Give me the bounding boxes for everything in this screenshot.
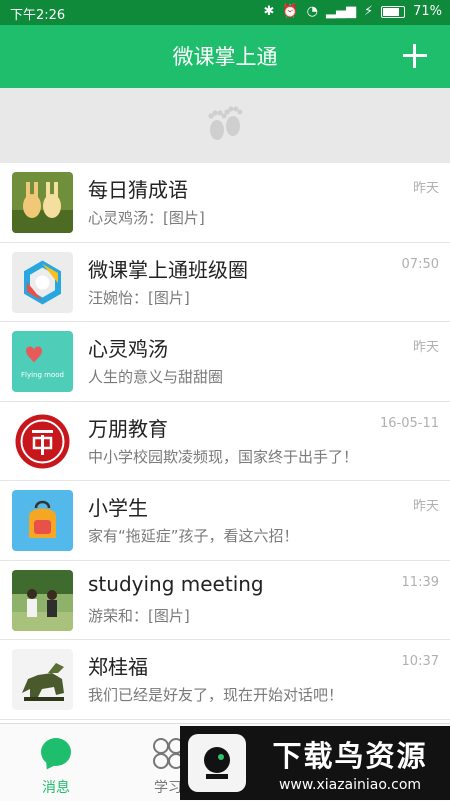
battery-icon xyxy=(381,5,406,18)
footprints-icon xyxy=(208,105,243,140)
conversation-list: 每日猜成语 心灵鸡汤：[图片] 昨天 微课掌上通班级圈 汪婉怡：[图片] 07:… xyxy=(0,163,450,723)
app-header: 微课掌上通 xyxy=(0,25,450,88)
conversation-preview: 我们已经是好友了，现在开始对话吧！ xyxy=(88,686,344,704)
wifi-icon: ◔ xyxy=(306,4,318,19)
conversation-row[interactable]: 小学生 家有“拖延症”孩子，看这六招！ 昨天 xyxy=(0,481,450,561)
conversation-row[interactable]: studying meeting 游荣和：[图片] 11:39 xyxy=(0,561,450,640)
avatar xyxy=(12,569,73,631)
conversation-name: 每日猜成语 xyxy=(88,178,188,202)
avatar: Flying mood xyxy=(12,331,73,392)
conversation-row[interactable]: 微课掌上通班级圈 汪婉怡：[图片] 07:50 xyxy=(0,243,450,322)
avatar xyxy=(12,172,73,233)
conversation-row[interactable]: 万朋教育 中小学校园欺凌频现，国家终于出手了！ 16-05-11 xyxy=(0,402,450,481)
conversation-time: 10:37 xyxy=(401,654,439,669)
conversation-name: 心灵鸡汤 xyxy=(88,337,168,361)
conversation-preview: 汪婉怡：[图片] xyxy=(88,288,190,307)
watermark-banner: 下载鸟资源 www.xiazainiao.com xyxy=(180,726,450,800)
tab-messages[interactable]: 消息 xyxy=(0,724,112,801)
conversation-preview: 游荣和：[图片] xyxy=(88,606,190,625)
avatar xyxy=(12,251,73,313)
charging-icon: ⚡ xyxy=(363,4,374,19)
watermark-url: www.xiazainiao.com xyxy=(278,777,422,793)
avatar xyxy=(12,649,73,710)
chat-bubble-icon xyxy=(41,738,71,766)
conversation-row[interactable]: Flying mood 心灵鸡汤 人生的意义与甜甜圈 昨天 xyxy=(0,322,450,402)
signal-icon: ▂▄▆ xyxy=(325,4,356,19)
conversation-preview: 心灵鸡汤：[图片] xyxy=(88,209,205,227)
avatar-caption: Flying mood xyxy=(21,371,64,379)
grid-icon xyxy=(153,738,184,769)
conversation-preview: 中小学校园欺凌频现，国家终于出手了！ xyxy=(88,447,359,466)
conversation-name: 郑桂福 xyxy=(88,655,148,679)
conversation-time: 11:39 xyxy=(401,574,439,590)
conversation-row[interactable]: 郑桂福 我们已经是好友了，现在开始对话吧！ 10:37 xyxy=(0,640,450,720)
avatar xyxy=(12,490,73,551)
page-title: 微课掌上通 xyxy=(172,45,278,69)
conversation-preview: 人生的意义与甜甜圈 xyxy=(88,368,224,386)
conversation-name: 微课掌上通班级圈 xyxy=(88,257,248,282)
conversation-time: 昨天 xyxy=(412,340,439,355)
bird-logo-icon xyxy=(188,734,246,792)
alarm-icon: ⏰ xyxy=(282,4,299,19)
conversation-row[interactable]: 每日猜成语 心灵鸡汤：[图片] 昨天 xyxy=(0,163,450,243)
conversation-time: 07:50 xyxy=(401,256,439,272)
conversation-time: 16-05-11 xyxy=(379,415,439,431)
conversation-name: 万朋教育 xyxy=(88,416,168,441)
battery-percent: 71% xyxy=(413,4,442,19)
conversation-name: studying meeting xyxy=(88,571,264,596)
status-time: 下午2:26 xyxy=(10,8,66,23)
avatar xyxy=(12,410,73,472)
conversation-time: 昨天 xyxy=(412,181,439,196)
conversation-time: 昨天 xyxy=(412,499,439,514)
bluetooth-icon: ✱ xyxy=(263,4,275,19)
conversation-preview: 家有“拖延症”孩子，看这六招！ xyxy=(88,527,299,545)
tab-label: 消息 xyxy=(42,780,70,796)
watermark-title: 下载鸟资源 xyxy=(272,739,428,773)
pull-to-refresh-area xyxy=(0,88,450,163)
status-bar: 下午2:26 ✱ ⏰ ◔ ▂▄▆ ⚡ 71% xyxy=(0,0,450,25)
status-icons: ✱ ⏰ ◔ ▂▄▆ ⚡ 71% xyxy=(264,4,442,19)
add-icon[interactable] xyxy=(402,43,428,69)
conversation-name: 小学生 xyxy=(88,496,148,520)
